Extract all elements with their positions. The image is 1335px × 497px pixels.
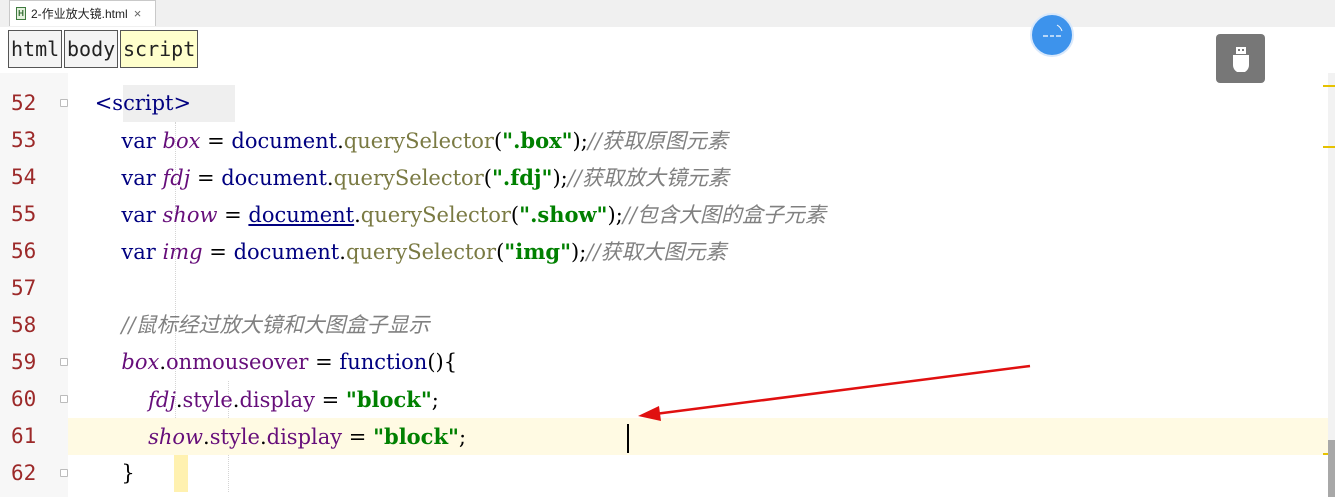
annotation-arrow xyxy=(638,364,1031,421)
annotation-arrow-shaft xyxy=(654,364,1031,416)
annotation-arrow-head xyxy=(638,406,661,421)
